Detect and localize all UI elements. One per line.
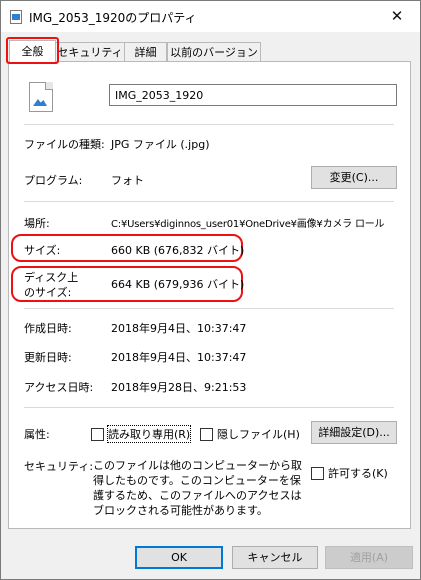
- location-label: 場所:: [24, 217, 50, 230]
- title-bar: IMG_2053_1920のプロパティ ✕: [1, 1, 420, 32]
- hidden-checkbox-label[interactable]: 隠しファイル(H): [217, 426, 300, 442]
- cancel-button[interactable]: キャンセル: [232, 546, 318, 569]
- divider: [24, 201, 394, 202]
- hidden-checkbox[interactable]: 隠しファイル(H): [200, 426, 300, 442]
- tab-previous-versions[interactable]: 以前のバージョン: [167, 42, 261, 62]
- divider: [24, 407, 394, 408]
- checkbox-box[interactable]: [200, 427, 213, 441]
- security-message: このファイルは他のコンピューターから取得したものです。このコンピューターを保護す…: [93, 459, 302, 517]
- ok-button[interactable]: OK: [135, 546, 223, 569]
- apply-button[interactable]: 適用(A): [325, 546, 413, 569]
- security-label: セキュリティ:: [24, 460, 94, 473]
- highlight-general-tab: [6, 37, 59, 64]
- window-title: IMG_2053_1920のプロパティ: [29, 11, 197, 25]
- disk-size-label-line1: ディスク上: [24, 271, 79, 284]
- file-type-label: ファイルの種類:: [24, 138, 105, 151]
- accessed-label: アクセス日時:: [24, 381, 94, 394]
- allow-checkbox[interactable]: 許可する(K): [311, 465, 388, 481]
- created-value: 2018年9月4日、10:37:47: [111, 322, 247, 335]
- modified-value: 2018年9月4日、10:37:47: [111, 351, 247, 364]
- readonly-checkbox-label[interactable]: 読み取り専用(R): [106, 425, 192, 443]
- divider: [24, 308, 394, 309]
- program-label: プログラム:: [24, 174, 83, 187]
- image-file-icon: [10, 10, 22, 24]
- file-type-value: JPG ファイル (.jpg): [111, 138, 210, 151]
- size-value: 660 KB (676,832 バイト): [111, 244, 245, 257]
- attributes-label: 属性:: [24, 428, 50, 441]
- accessed-value: 2018年9月28日、9:21:53: [111, 381, 247, 394]
- tab-details[interactable]: 詳細: [124, 42, 167, 62]
- close-button[interactable]: ✕: [374, 1, 420, 32]
- jpg-file-icon: [29, 82, 53, 112]
- location-value: C:¥Users¥diginnos_user01¥OneDrive¥画像¥カメラ…: [111, 219, 385, 230]
- file-name-input[interactable]: [109, 84, 397, 106]
- program-value: フォト: [111, 174, 144, 187]
- allow-checkbox-label[interactable]: 許可する(K): [328, 465, 388, 481]
- checkbox-box[interactable]: [311, 466, 324, 480]
- change-program-button[interactable]: 変更(C)...: [311, 166, 397, 189]
- created-label: 作成日時:: [24, 322, 72, 335]
- modified-label: 更新日時:: [24, 351, 72, 364]
- divider: [24, 124, 394, 125]
- checkbox-box[interactable]: [91, 427, 104, 441]
- general-panel: ファイルの種類: JPG ファイル (.jpg) プログラム: フォト 変更(C…: [8, 61, 411, 529]
- readonly-checkbox[interactable]: 読み取り専用(R): [91, 425, 192, 443]
- disk-size-value: 664 KB (679,936 バイト): [111, 278, 245, 291]
- tab-security[interactable]: セキュリティ: [54, 42, 126, 62]
- advanced-button[interactable]: 詳細設定(D)...: [311, 421, 397, 444]
- disk-size-label-line2: のサイズ:: [24, 286, 72, 299]
- size-label: サイズ:: [24, 244, 61, 257]
